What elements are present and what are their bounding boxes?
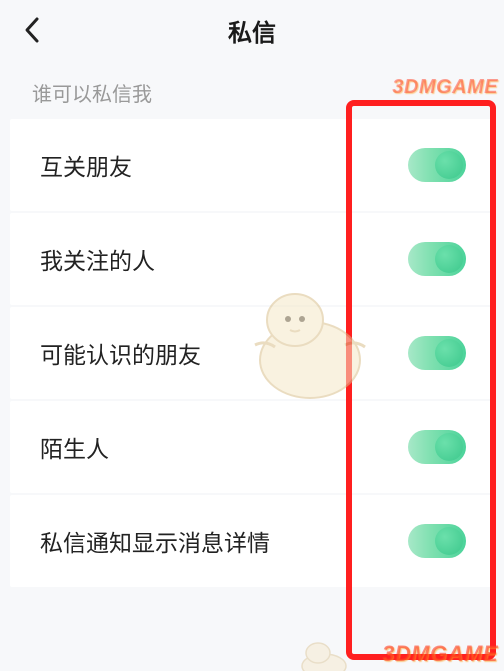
item-label: 私信通知显示消息详情 — [40, 524, 270, 558]
item-label: 可能认识的朋友 — [40, 336, 201, 370]
list-item: 陌生人 — [10, 401, 494, 493]
item-label: 陌生人 — [40, 430, 109, 464]
toggle-mutual-friends[interactable] — [408, 148, 466, 182]
page-title: 私信 — [228, 13, 276, 48]
item-label: 我关注的人 — [40, 242, 155, 276]
list-item: 可能认识的朋友 — [10, 307, 494, 399]
section-label: 谁可以私信我 — [0, 60, 504, 119]
list-item: 私信通知显示消息详情 — [10, 495, 494, 587]
watermark-bottom: 3DMGAME — [382, 641, 498, 667]
back-button[interactable] — [18, 16, 46, 44]
list-item: 我关注的人 — [10, 213, 494, 305]
header: 私信 — [0, 0, 504, 60]
toggle-strangers[interactable] — [408, 430, 466, 464]
mascot-bottom-icon — [294, 641, 354, 671]
toggle-following[interactable] — [408, 242, 466, 276]
item-label: 互关朋友 — [40, 148, 132, 182]
toggle-show-detail[interactable] — [408, 524, 466, 558]
settings-list: 互关朋友 我关注的人 可能认识的朋友 陌生人 私信通知显示消息详情 — [0, 119, 504, 587]
toggle-possible-friends[interactable] — [408, 336, 466, 370]
chevron-left-icon — [23, 16, 41, 44]
list-item: 互关朋友 — [10, 119, 494, 211]
